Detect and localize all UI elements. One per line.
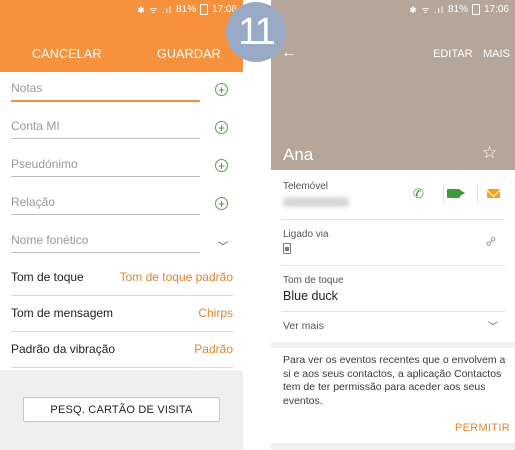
more-button[interactable]: MAIS: [483, 48, 510, 60]
vibration-pattern-value: Padrão: [194, 342, 233, 356]
status-icons: ✱ ᯤ .ıl: [137, 4, 172, 15]
ringtone-row[interactable]: Tom de toque Tom de toque padrão: [11, 260, 233, 296]
action-separator: [477, 185, 478, 203]
divider: [281, 311, 505, 312]
nickname-placeholder: Pseudónimo: [11, 157, 78, 171]
contact-info-card: Telemóvel: [271, 170, 515, 342]
contact-header: ✱ ᯤ .ıl 81% 17:06 ← EDITAR MAIS Ana ☆: [271, 0, 515, 170]
back-arrow-icon[interactable]: ←: [281, 44, 297, 62]
video-call-icon[interactable]: [447, 189, 465, 198]
cancel-button[interactable]: CANCELAR: [32, 47, 102, 61]
linked-via-label: Ligado via: [283, 229, 329, 240]
message-tone-label: Tom de mensagem: [11, 306, 114, 320]
edit-contact-screen: ✱ ᯤ .ıl 81% 17:06 CANCELAR GUARDAR Notas…: [0, 0, 243, 450]
battery-percent: 81%: [447, 3, 468, 15]
ringtone-value: Tom de toque padrão: [119, 270, 233, 284]
divider: [281, 219, 505, 220]
im-account-placeholder: Conta MI: [11, 119, 60, 133]
chevron-down-icon[interactable]: ﹀: [488, 318, 498, 333]
ringtone-label: Tom de toque: [11, 270, 84, 284]
chevron-down-icon[interactable]: ﹀: [218, 238, 228, 253]
status-bar: ✱ ᯤ .ıl 81% 17:06: [271, 0, 515, 18]
ringtone-label: Tom de toque: [283, 275, 344, 286]
edit-button[interactable]: EDITAR: [433, 48, 473, 60]
message-tone-value: Chirps: [198, 306, 233, 320]
relationship-placeholder: Relação: [11, 195, 56, 209]
contact-details-screen: ✱ ᯤ .ıl 81% 17:06 ← EDITAR MAIS Ana ☆ Te…: [271, 0, 515, 450]
phonetic-name-placeholder: Nome fonético: [11, 233, 89, 247]
save-button[interactable]: GUARDAR: [157, 47, 221, 61]
phonetic-name-field[interactable]: Nome fonético: [11, 230, 200, 253]
permit-button[interactable]: PERMITIR: [455, 422, 510, 434]
sim-card-icon: [283, 243, 291, 254]
status-icons: ✱ ᯤ .ıl: [409, 4, 444, 15]
ringtone-value[interactable]: Blue duck: [283, 289, 338, 303]
see-more-link[interactable]: Ver mais: [283, 320, 324, 332]
mobile-label: Telemóvel: [283, 181, 329, 192]
contact-name: Ana: [283, 145, 314, 164]
battery-icon: [471, 3, 480, 15]
notes-placeholder: Notas: [11, 81, 43, 95]
battery-percent: 81%: [175, 3, 196, 15]
notes-field[interactable]: Notas: [11, 78, 200, 102]
vibration-pattern-row[interactable]: Padrão da vibração Padrão: [11, 332, 233, 368]
relationship-field[interactable]: Relação: [11, 192, 200, 215]
edit-header: ✱ ᯤ .ıl 81% 17:06 CANCELAR GUARDAR: [0, 0, 243, 72]
scan-business-card-button[interactable]: PESQ. CARTÃO DE VISITA: [23, 397, 220, 422]
status-time: 17:06: [483, 3, 509, 15]
nickname-field[interactable]: Pseudónimo: [11, 154, 200, 177]
message-tone-row[interactable]: Tom de mensagem Chirps: [11, 296, 233, 332]
step-badge: 11: [226, 2, 286, 62]
phone-icon[interactable]: ✆: [413, 186, 424, 202]
add-relationship-icon[interactable]: +: [215, 197, 228, 210]
divider: [281, 265, 505, 266]
action-separator: [443, 185, 444, 203]
add-notes-icon[interactable]: +: [215, 83, 228, 96]
add-nickname-icon[interactable]: +: [215, 159, 228, 172]
permission-notice: Para ver os eventos recentes que o envol…: [283, 354, 506, 407]
status-bar: ✱ ᯤ .ıl 81% 17:06: [0, 0, 243, 18]
mobile-number-blurred[interactable]: [283, 197, 349, 207]
message-icon[interactable]: [487, 189, 500, 198]
vibration-pattern-label: Padrão da vibração: [11, 342, 116, 356]
im-account-field[interactable]: Conta MI: [11, 116, 200, 139]
add-im-account-icon[interactable]: +: [215, 121, 228, 134]
battery-icon: [199, 3, 208, 15]
favorite-star-icon[interactable]: ☆: [482, 143, 497, 163]
